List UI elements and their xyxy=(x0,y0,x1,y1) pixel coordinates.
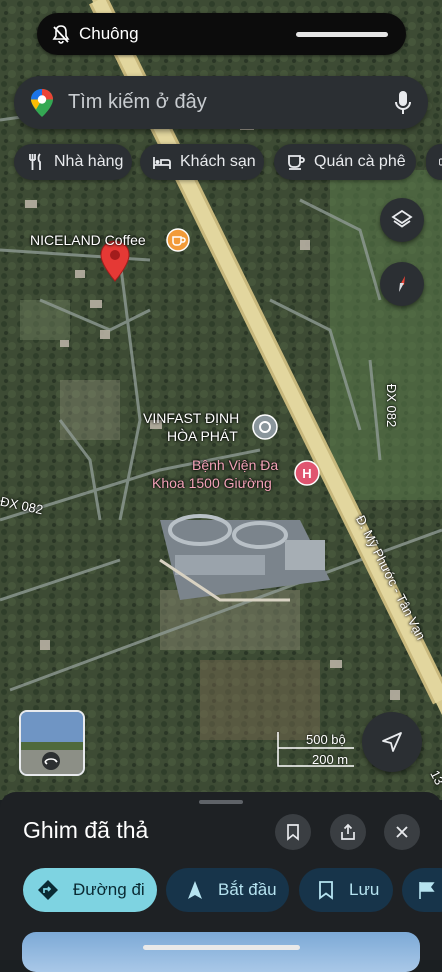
street-view-thumbnail[interactable] xyxy=(19,710,85,776)
map-scale: 500 bộ 200 m xyxy=(254,730,354,770)
close-icon xyxy=(393,823,411,841)
directions-label: Đường đi xyxy=(73,880,145,900)
layers-button[interactable] xyxy=(380,198,424,242)
scale-meters: 200 m xyxy=(312,752,348,767)
save-label: Lưu xyxy=(349,880,379,900)
cafe-poi-icon[interactable] xyxy=(166,228,190,252)
poi-label-hospital-line1[interactable]: Bệnh Viện Đa xyxy=(192,457,278,474)
search-bar[interactable]: Tìm kiếm ở đây xyxy=(14,76,428,129)
hospital-poi-icon[interactable]: H xyxy=(294,460,320,486)
flag-icon xyxy=(416,879,438,901)
chip-restaurants[interactable]: Nhà hàng xyxy=(14,144,132,180)
chip-label: Quán cà phê xyxy=(314,153,406,171)
save-bookmark-button[interactable] xyxy=(275,814,311,850)
save-button[interactable]: Lưu xyxy=(299,868,393,912)
more-category-icon xyxy=(438,152,442,172)
place-photo-preview[interactable] xyxy=(22,932,420,972)
place-poi-icon[interactable] xyxy=(252,414,278,440)
bell-off-icon xyxy=(51,24,71,44)
search-input[interactable]: Tìm kiếm ở đây xyxy=(68,91,207,114)
chip-label: Khách sạn xyxy=(180,153,256,171)
start-label: Bắt đầu xyxy=(218,880,277,900)
microphone-icon[interactable] xyxy=(394,90,412,116)
compass-button[interactable] xyxy=(380,262,424,306)
place-title: Ghim đã thả xyxy=(23,817,148,844)
svg-text:H: H xyxy=(302,466,311,481)
chip-cafes[interactable]: Quán cà phê xyxy=(274,144,416,180)
notification-pill xyxy=(296,32,388,37)
poi-label-niceland[interactable]: NICELAND Coffee xyxy=(30,232,146,249)
hotel-icon xyxy=(152,152,172,172)
road-label-dx082-vertical: ĐX 082 xyxy=(384,384,399,427)
poi-label-vinfast-line1[interactable]: VINFAST ĐỊNH xyxy=(143,410,239,427)
sheet-drag-handle[interactable] xyxy=(199,800,243,804)
cafe-icon xyxy=(286,152,306,172)
home-indicator xyxy=(143,945,300,950)
place-bottom-sheet[interactable]: Ghim đã thả Đường đi Bắt đầu Lưu xyxy=(0,792,442,960)
navigation-start-icon xyxy=(184,879,206,901)
label-button-partial[interactable] xyxy=(402,868,442,912)
google-maps-logo-icon xyxy=(29,88,55,118)
silent-mode-notification: Chuông xyxy=(37,13,406,55)
layers-icon xyxy=(390,208,414,232)
close-button[interactable] xyxy=(384,814,420,850)
chip-hotels[interactable]: Khách sạn xyxy=(140,144,264,180)
navigation-arrow-icon xyxy=(380,730,404,754)
directions-icon xyxy=(37,879,59,901)
poi-label-vinfast-line2[interactable]: HÒA PHÁT xyxy=(167,428,238,445)
restaurant-icon xyxy=(26,152,46,172)
start-button[interactable]: Bắt đầu xyxy=(166,868,289,912)
poi-label-hospital-line2[interactable]: Khoa 1500 Giường xyxy=(152,475,272,492)
scale-feet: 500 bộ xyxy=(306,732,346,747)
street-view-image xyxy=(21,712,83,774)
directions-button[interactable]: Đường đi xyxy=(23,868,157,912)
share-button[interactable] xyxy=(330,814,366,850)
my-location-button[interactable] xyxy=(362,712,422,772)
chip-label: Nhà hàng xyxy=(54,153,123,171)
share-icon xyxy=(339,823,357,841)
silent-mode-label: Chuông xyxy=(79,24,139,44)
compass-icon xyxy=(390,272,414,296)
bookmark-icon xyxy=(284,823,302,841)
bookmark-icon xyxy=(315,879,337,901)
